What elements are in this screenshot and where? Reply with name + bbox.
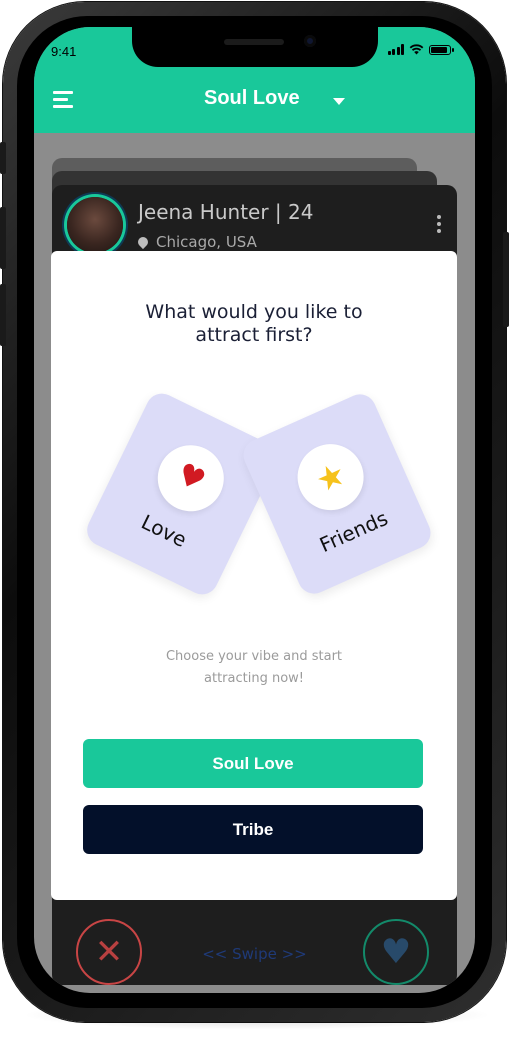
love-icon-circle: ♥ xyxy=(146,434,235,523)
notch xyxy=(132,27,378,67)
speaker xyxy=(224,39,284,45)
question-line-2: attract first? xyxy=(195,324,313,346)
friends-option-card[interactable]: ★ Friends xyxy=(238,389,436,599)
star-icon: ★ xyxy=(309,453,352,501)
wifi-icon xyxy=(409,44,424,55)
chevron-down-icon[interactable] xyxy=(333,98,345,105)
subtitle-line-2: attracting now! xyxy=(204,671,304,686)
tribe-button[interactable]: Tribe xyxy=(83,805,423,854)
volume-down-button xyxy=(0,284,6,346)
modal-question: What would you like to attract first? xyxy=(51,301,457,347)
volume-up-button xyxy=(0,207,6,269)
attract-choice-modal: What would you like to attract first? ♥ … xyxy=(51,251,457,900)
soul-love-button[interactable]: Soul Love xyxy=(83,739,423,788)
modal-subtitle: Choose your vibe and start attracting no… xyxy=(51,646,457,690)
profile-location: Chicago, USA xyxy=(135,233,257,251)
power-button xyxy=(503,232,509,327)
avatar xyxy=(67,197,123,253)
subtitle-line-1: Choose your vibe and start xyxy=(165,649,343,664)
heart-icon: ♥ xyxy=(171,456,211,500)
location-pin-icon xyxy=(135,234,151,250)
location-label: Chicago, USA xyxy=(156,233,257,251)
heart-like-icon: ♥ xyxy=(380,932,412,972)
app-title[interactable]: Soul Love xyxy=(204,87,300,110)
question-line-1: What would you like to xyxy=(145,301,363,323)
friends-option-label: Friends xyxy=(315,505,392,558)
friends-icon-circle: ★ xyxy=(287,433,375,521)
status-icons xyxy=(387,44,454,55)
love-option-card[interactable]: ♥ Love xyxy=(81,388,283,600)
battery-icon xyxy=(429,45,454,55)
signal-icon xyxy=(387,44,404,55)
hamburger-menu-icon[interactable] xyxy=(53,91,75,109)
screen: 9:41 Soul Love Jeena Hunter | 24 Chicago… xyxy=(34,27,475,993)
like-button[interactable]: ♥ xyxy=(363,919,429,985)
status-time: 9:41 xyxy=(51,44,77,59)
camera xyxy=(304,35,316,47)
profile-name: Jeena Hunter | 24 xyxy=(138,200,314,224)
more-options-icon[interactable] xyxy=(437,215,441,236)
mute-switch xyxy=(0,142,6,174)
